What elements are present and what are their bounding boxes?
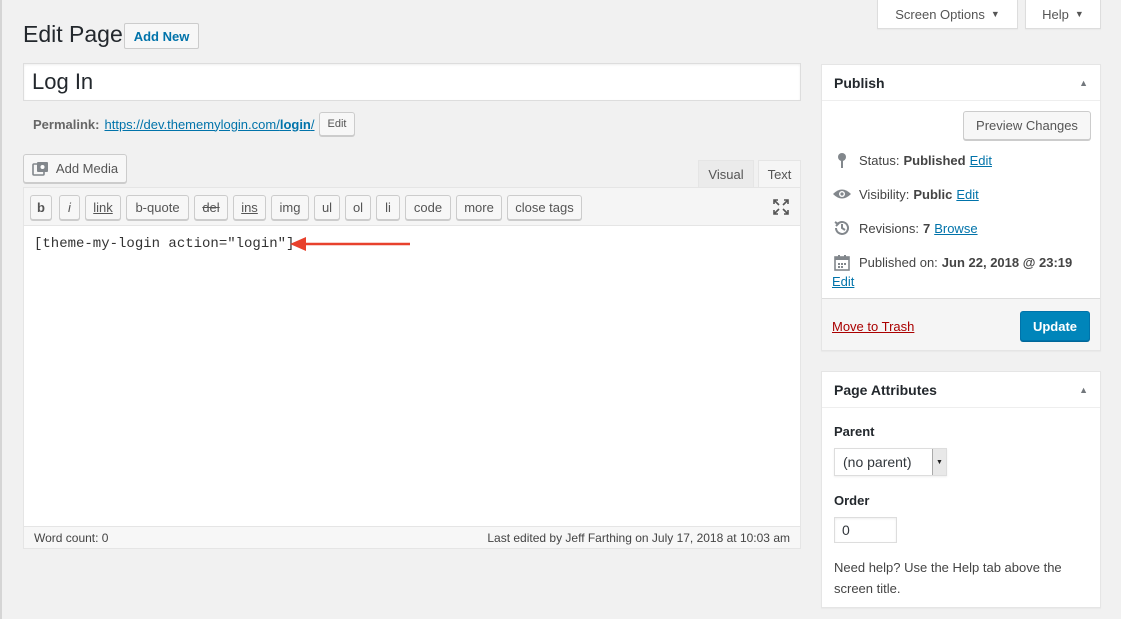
order-label: Order: [834, 493, 870, 508]
caret-down-icon: ▼: [1074, 9, 1084, 19]
visibility-edit-link[interactable]: Edit: [956, 187, 978, 202]
publish-box-header[interactable]: Publish ▲: [822, 65, 1100, 101]
calendar-icon: [832, 254, 852, 271]
published-edit-link[interactable]: Edit: [832, 274, 854, 289]
revisions-row: Revisions: 7 Browse: [832, 220, 978, 236]
permalink-link[interactable]: https://dev.thememylogin.com/login/: [104, 117, 314, 132]
status-value: Published: [903, 152, 966, 168]
published-edit-row: Edit: [832, 274, 854, 289]
parent-select-value: (no parent): [843, 454, 912, 470]
parent-select[interactable]: (no parent) ▼: [834, 448, 947, 476]
qt-del-button[interactable]: del: [194, 195, 228, 220]
visibility-row: Visibility: Public Edit: [832, 186, 979, 202]
eye-icon: [832, 186, 852, 202]
permalink-label: Permalink:: [33, 116, 100, 132]
collapse-icon[interactable]: ▲: [1079, 78, 1088, 88]
qt-more-button[interactable]: more: [456, 195, 502, 220]
qt-italic-button[interactable]: i: [59, 195, 80, 220]
quicktags-toolbar: b i link b-quote del ins img ul ol li co…: [24, 188, 800, 226]
publishing-actions: Move to Trash Update: [822, 298, 1100, 350]
status-label: Status:: [859, 152, 900, 168]
publish-title: Publish: [834, 74, 885, 91]
publish-box: Publish ▲ Preview Changes Status: Publis…: [821, 64, 1101, 351]
help-label: Help: [1042, 6, 1069, 22]
permalink-edit-button[interactable]: Edit: [318, 112, 356, 136]
revisions-value: 7: [922, 220, 931, 236]
parent-label: Parent: [834, 424, 875, 439]
post-title-input[interactable]: Log In: [23, 63, 801, 101]
qt-close-tags-button[interactable]: close tags: [507, 195, 582, 220]
media-icon: [32, 161, 50, 177]
tab-text[interactable]: Text: [758, 160, 801, 188]
visibility-value: Public: [913, 186, 953, 202]
help-button[interactable]: Help ▼: [1025, 0, 1101, 29]
admin-menu-edge: [0, 0, 2, 619]
page-attributes-box: Page Attributes ▲ Parent (no parent) ▼ O…: [821, 371, 1101, 608]
editor: b i link b-quote del ins img ul ol li co…: [23, 187, 801, 549]
add-media-button[interactable]: Add Media: [23, 154, 127, 183]
qt-ins-button[interactable]: ins: [233, 195, 266, 220]
screen-options-button[interactable]: Screen Options ▼: [877, 0, 1018, 29]
page-attributes-header[interactable]: Page Attributes ▲: [822, 372, 1100, 408]
published-value: Jun 22, 2018 @ 23:19: [941, 254, 1073, 270]
qt-ul-button[interactable]: ul: [314, 195, 340, 220]
status-row: Status: Published Edit: [832, 152, 992, 168]
fullscreen-icon[interactable]: [772, 198, 790, 216]
update-button[interactable]: Update: [1020, 311, 1090, 341]
revisions-label: Revisions:: [859, 220, 919, 236]
pin-icon: [832, 152, 852, 168]
arrow-icon: [290, 237, 410, 251]
published-label: Published on:: [859, 254, 938, 270]
revisions-browse-link[interactable]: Browse: [934, 221, 977, 236]
order-input[interactable]: 0: [834, 517, 897, 543]
published-on-row: Published on: Jun 22, 2018 @ 23:19: [832, 254, 1076, 271]
select-arrow-icon: ▼: [932, 449, 946, 475]
qt-bold-button[interactable]: b: [30, 195, 52, 220]
qt-link-button[interactable]: link: [85, 195, 121, 220]
history-icon: [832, 220, 852, 236]
add-new-button[interactable]: Add New: [124, 23, 199, 49]
permalink-row: Permalink: https://dev.thememylogin.com/…: [33, 112, 356, 136]
page-attributes-help: Need help? Use the Help tab above the sc…: [834, 560, 1062, 596]
tab-visual[interactable]: Visual: [698, 160, 754, 188]
qt-img-button[interactable]: img: [271, 195, 309, 220]
preview-changes-button[interactable]: Preview Changes: [963, 111, 1091, 140]
content-text: [theme-my-login action="login"]: [34, 236, 295, 252]
qt-li-button[interactable]: li: [376, 195, 400, 220]
qt-ol-button[interactable]: ol: [345, 195, 371, 220]
collapse-icon[interactable]: ▲: [1079, 385, 1088, 395]
move-to-trash-link[interactable]: Move to Trash: [832, 319, 914, 334]
add-media-label: Add Media: [55, 161, 119, 176]
page-title: Edit Page: [23, 21, 123, 47]
word-count: Word count: 0: [34, 530, 109, 545]
qt-code-button[interactable]: code: [405, 195, 451, 220]
qt-bquote-button[interactable]: b-quote: [126, 195, 189, 220]
caret-down-icon: ▼: [990, 9, 1000, 19]
last-edited: Last edited by Jeff Farthing on July 17,…: [487, 530, 790, 545]
visibility-label: Visibility:: [859, 186, 910, 202]
editor-status-bar: Word count: 0 Last edited by Jeff Farthi…: [24, 526, 800, 548]
content-textarea[interactable]: [theme-my-login action="login"]: [24, 226, 800, 526]
page-attributes-title: Page Attributes: [834, 381, 937, 398]
screen-options-label: Screen Options: [895, 6, 985, 22]
status-edit-link[interactable]: Edit: [970, 153, 992, 168]
